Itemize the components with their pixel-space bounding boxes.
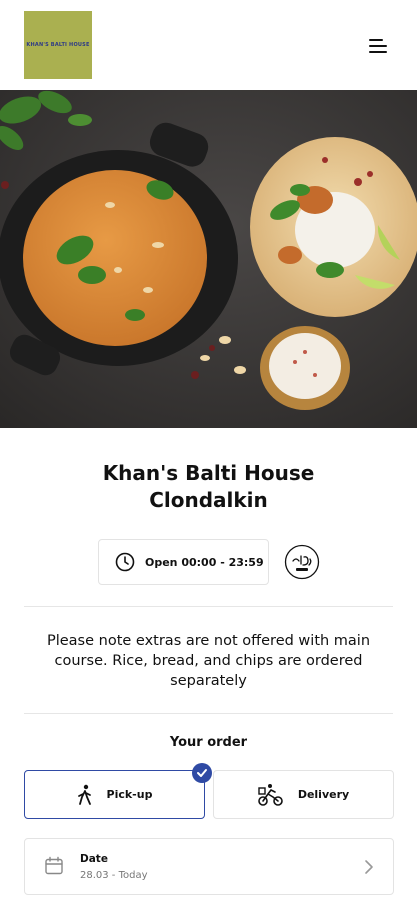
your-order-heading: Your order [169,735,248,750]
restaurant-name-line2: Clondalkin [149,488,268,512]
calendar-icon [45,856,63,875]
restaurant-name: Khan's Balti House Clondalkin [0,460,417,514]
pickup-option[interactable]: Pick-up [24,770,205,819]
food-hero-image [0,90,417,428]
selected-check-icon [192,763,212,783]
chevron-right-icon [365,860,373,874]
section-divider [24,713,393,714]
logo-text: KHAN'S BALTI HOUSE [26,42,90,48]
date-value: 28.03 - Today [80,870,148,881]
walking-person-icon [77,784,91,805]
date-selector[interactable]: Date 28.03 - Today [24,838,394,895]
delivery-option[interactable]: Delivery [213,770,394,819]
bicycle-delivery-icon [258,783,283,806]
menu-notice: Please note extras are not offered with … [46,633,371,689]
section-divider [24,606,393,607]
date-label: Date [80,853,108,865]
opening-hours-button[interactable]: Open 00:00 - 23:59 [98,539,269,585]
app-header: KHAN'S BALTI HOUSE [0,0,417,90]
restaurant-name-line1: Khan's Balti House [102,461,315,485]
halal-badge-icon[interactable] [284,544,320,580]
opening-hours-label: Open 00:00 - 23:59 [145,555,264,569]
hamburger-menu-icon[interactable] [366,36,390,56]
delivery-label: Delivery [297,788,350,801]
clock-icon [115,552,135,572]
pickup-label: Pick-up [106,788,153,801]
restaurant-logo[interactable]: KHAN'S BALTI HOUSE [24,11,92,79]
